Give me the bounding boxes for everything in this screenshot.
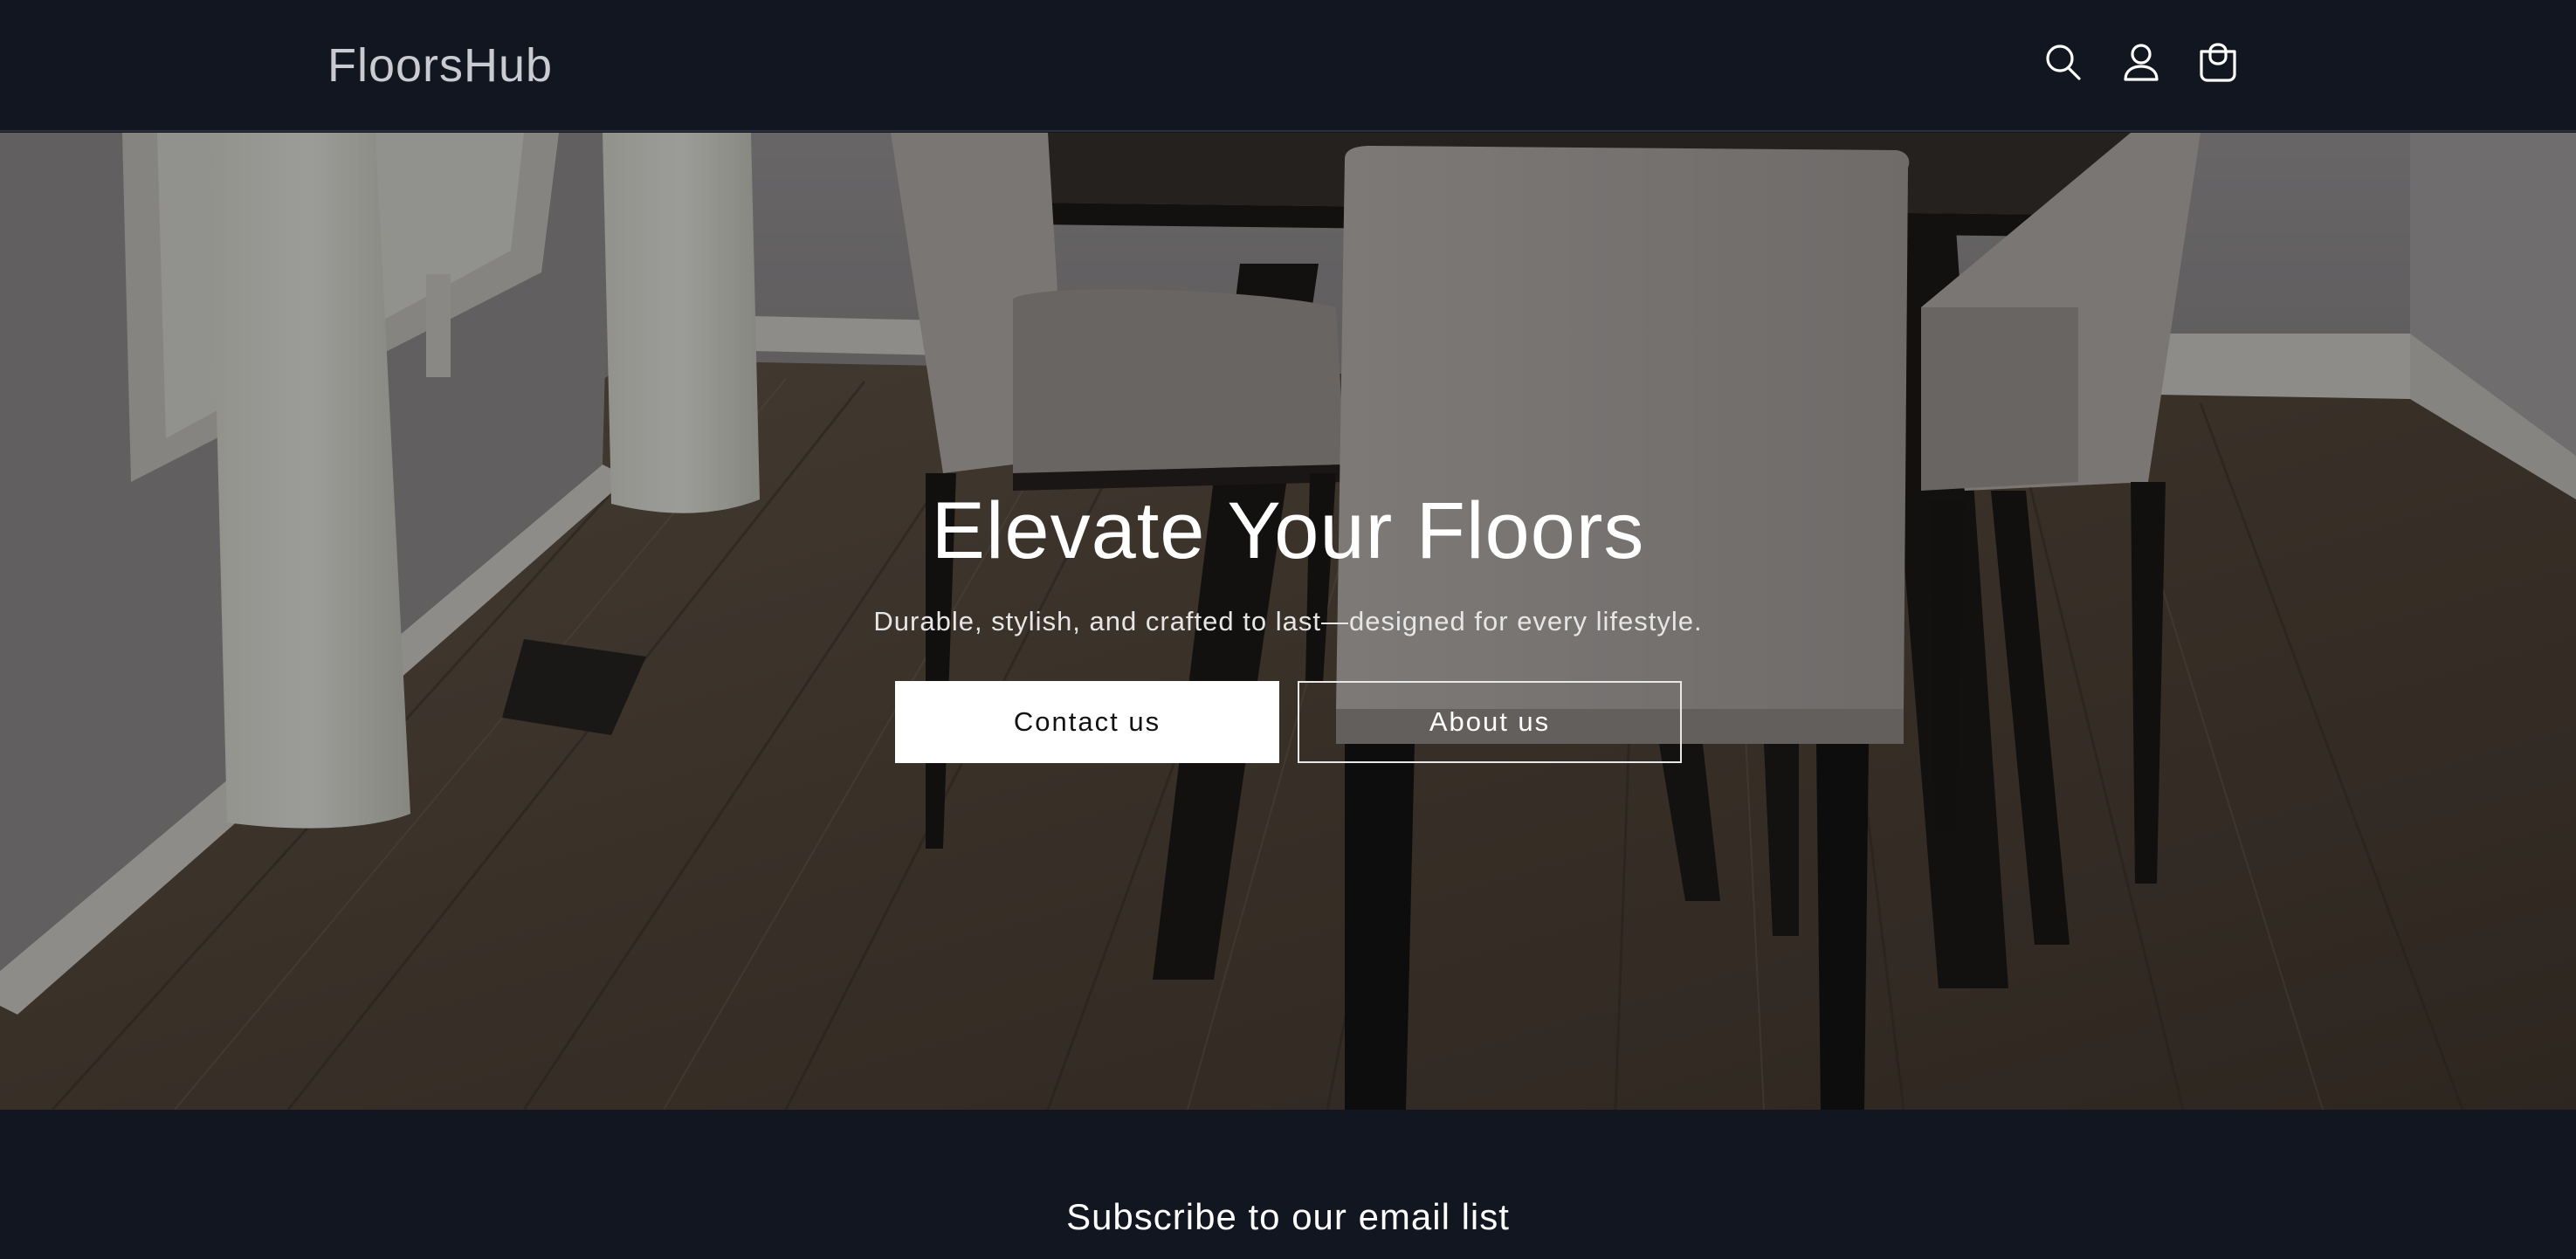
hero-banner: Elevate Your Floors Durable, stylish, an… [0, 133, 2576, 1110]
newsletter-title: Subscribe to our email list [1066, 1196, 1510, 1237]
about-us-button[interactable]: About us [1298, 681, 1682, 763]
account-icon[interactable] [2118, 39, 2165, 86]
site-header: FloorsHub [0, 0, 2576, 132]
hero-title: Elevate Your Floors [931, 486, 1645, 575]
newsletter-section: Subscribe to our email list [0, 1110, 2576, 1259]
cart-icon[interactable] [2194, 39, 2242, 86]
search-icon[interactable] [2040, 39, 2087, 86]
hero-subtitle: Durable, stylish, and crafted to last—de… [873, 606, 1703, 636]
contact-us-button[interactable]: Contact us [895, 681, 1279, 763]
brand-logo[interactable]: FloorsHub [327, 37, 553, 94]
